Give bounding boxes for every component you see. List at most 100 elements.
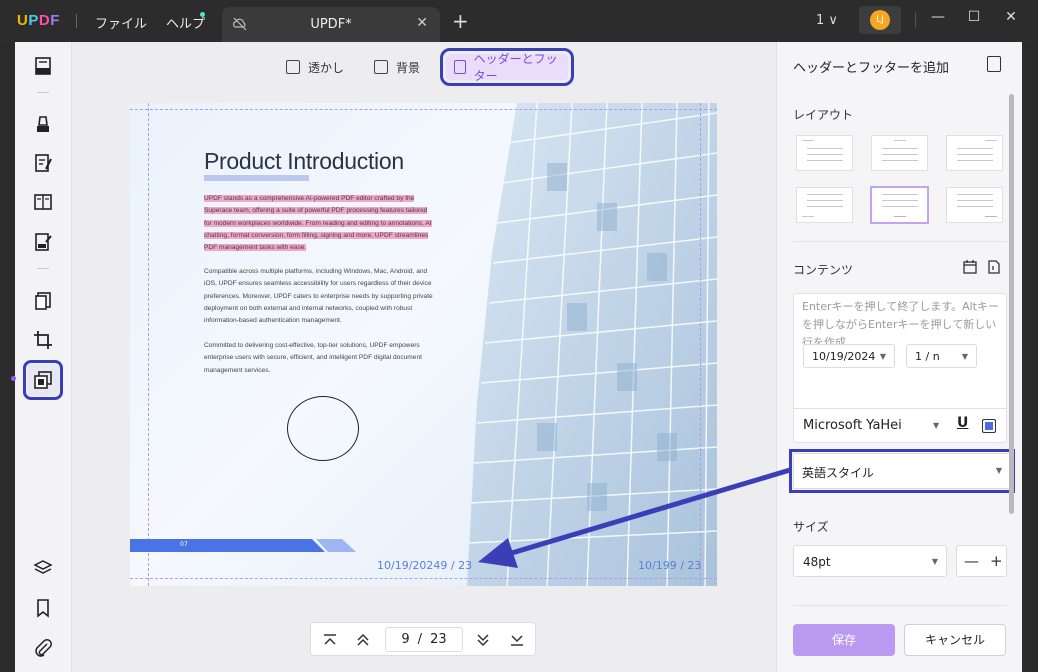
tab-close-icon[interactable]: ✕ [416, 15, 428, 31]
crop-tool[interactable] [27, 324, 59, 356]
menu-file[interactable]: ファイル [95, 13, 147, 32]
thumb-line [882, 206, 918, 207]
previous-page-button[interactable] [354, 631, 372, 649]
calendar-icon[interactable] [963, 260, 977, 274]
thumb-line [894, 216, 906, 217]
font-size-value: 48pt [803, 555, 831, 569]
thumb-line [957, 148, 993, 149]
menu-help[interactable]: ヘルプ [166, 13, 205, 32]
blue-stripe-decoration [130, 539, 356, 552]
font-size-dropdown[interactable]: 48pt ▼ [793, 545, 947, 577]
avatar: LJ [870, 10, 890, 30]
thumb-line [957, 160, 993, 161]
tab-header-footer-label: ヘッダーとフッター [473, 52, 558, 83]
page-format-dropdown[interactable]: 1 / n ▼ [906, 344, 977, 368]
panel-scrollbar-thumb[interactable] [1009, 94, 1014, 514]
thumb-line [882, 200, 918, 201]
footer-preview-right: 10/199 / 23 [638, 559, 702, 572]
window-edge [1022, 42, 1038, 672]
comment-tool[interactable] [27, 108, 59, 140]
attachment-tool[interactable] [27, 632, 59, 664]
pages-icon [35, 292, 51, 310]
current-page: 9 [401, 632, 410, 647]
date-format-dropdown[interactable]: 10/19/2024 ▼ [803, 344, 895, 368]
layers-icon [33, 560, 53, 574]
tab-background[interactable]: 背景 [366, 54, 428, 80]
edit-tool[interactable] [27, 147, 59, 179]
paragraph-platforms: Compatible across multiple platforms, in… [204, 268, 433, 325]
two-column-page-icon [34, 194, 52, 210]
paragraph-highlighted: UPDF stands as a comprehensive AI-powere… [204, 193, 436, 254]
size-stepper: — + [956, 545, 1007, 577]
document-canvas: 透かし 背景 ヘッダーとフッター Product Introduction UP… [72, 42, 776, 672]
first-page-button[interactable] [321, 631, 339, 649]
highlighter-icon [37, 116, 49, 132]
layout-option-bottom-right[interactable] [946, 187, 1003, 223]
toolbar-divider [37, 268, 49, 269]
circle-annotation[interactable] [287, 396, 359, 461]
page-tools-tabs: 透かし 背景 ヘッダーとフッター [72, 42, 776, 90]
layout-label: レイアウト [793, 108, 854, 122]
title-separator [76, 14, 77, 28]
panel-divider [793, 605, 1007, 606]
thumb-line [894, 140, 906, 141]
layout-option-top-left[interactable] [796, 135, 853, 171]
thumb-line [957, 194, 993, 195]
thumb-line [807, 154, 843, 155]
pdf-page[interactable]: Product Introduction UPDF stands as a co… [130, 103, 717, 586]
organize-pages-tool[interactable] [27, 285, 59, 317]
reader-tool[interactable] [27, 50, 59, 82]
total-pages: 23 [430, 632, 447, 647]
window-controls-separator [915, 12, 916, 28]
last-page-button[interactable] [508, 631, 526, 649]
font-family-dropdown[interactable]: Microsoft YaHei [803, 418, 902, 433]
chevron-down-icon[interactable]: ▼ [933, 421, 939, 430]
chevron-down-icon: ▼ [961, 352, 968, 361]
page-number-icon[interactable] [988, 260, 1000, 274]
chevron-down-icon: ▼ [931, 557, 938, 566]
cancel-button[interactable]: キャンセル [904, 624, 1006, 656]
last-page-icon [511, 635, 523, 646]
font-row: Microsoft YaHei ▼ U [793, 408, 1007, 443]
layout-option-bottom-center-selected[interactable] [870, 186, 929, 224]
page-organize-tool[interactable] [27, 186, 59, 218]
account-button[interactable]: LJ [859, 6, 901, 34]
layers-tool[interactable] [27, 552, 59, 584]
page-tools-active[interactable] [23, 360, 63, 400]
highlighted-text: UPDF stands as a comprehensive AI-powere… [204, 195, 432, 252]
bookmark-tool[interactable] [27, 592, 59, 624]
chevron-double-up-icon [357, 633, 369, 646]
window-count-dropdown[interactable]: 1 ∨ [816, 13, 838, 28]
thumb-line [807, 206, 843, 207]
increase-size-button[interactable]: + [990, 552, 1003, 570]
tab-watermark[interactable]: 透かし [278, 54, 352, 80]
title-underline [204, 175, 309, 181]
number-style-dropdown[interactable]: 英語スタイル ▼ [789, 449, 1015, 493]
text-color-button[interactable] [982, 419, 996, 433]
page-format-value: 1 / n [915, 349, 940, 363]
layout-option-bottom-left[interactable] [796, 187, 853, 223]
tab-watermark-label: 透かし [308, 60, 345, 75]
fill-sign-tool[interactable] [27, 226, 59, 258]
layout-option-top-right[interactable] [946, 135, 1003, 171]
document-title: Product Introduction [204, 148, 404, 174]
new-tab-button[interactable]: + [452, 9, 469, 33]
document-tab[interactable]: UPDF* ✕ [222, 7, 440, 42]
decrease-size-button[interactable]: — [964, 552, 979, 570]
footer-preview-left: 10/19/20249 / 23 [377, 559, 473, 572]
next-page-button[interactable] [474, 631, 492, 649]
close-window-button[interactable]: ✕ [999, 9, 1023, 31]
left-toolbar [11, 42, 72, 672]
toolbar-divider [37, 92, 49, 93]
save-button[interactable]: 保存 [793, 624, 895, 656]
maximize-button[interactable]: ☐ [962, 9, 986, 31]
thumb-line [802, 216, 814, 217]
minimize-button[interactable]: — [926, 9, 950, 31]
panel-title: ヘッダーとフッターを追加 [793, 61, 950, 76]
export-template-icon[interactable] [987, 56, 1001, 72]
layout-option-top-center[interactable] [871, 135, 928, 171]
underline-button[interactable]: U [957, 415, 968, 431]
tab-header-footer[interactable]: ヘッダーとフッター [440, 48, 574, 86]
page-number-input[interactable]: 9 / 23 [385, 627, 463, 652]
background-icon [374, 60, 388, 74]
